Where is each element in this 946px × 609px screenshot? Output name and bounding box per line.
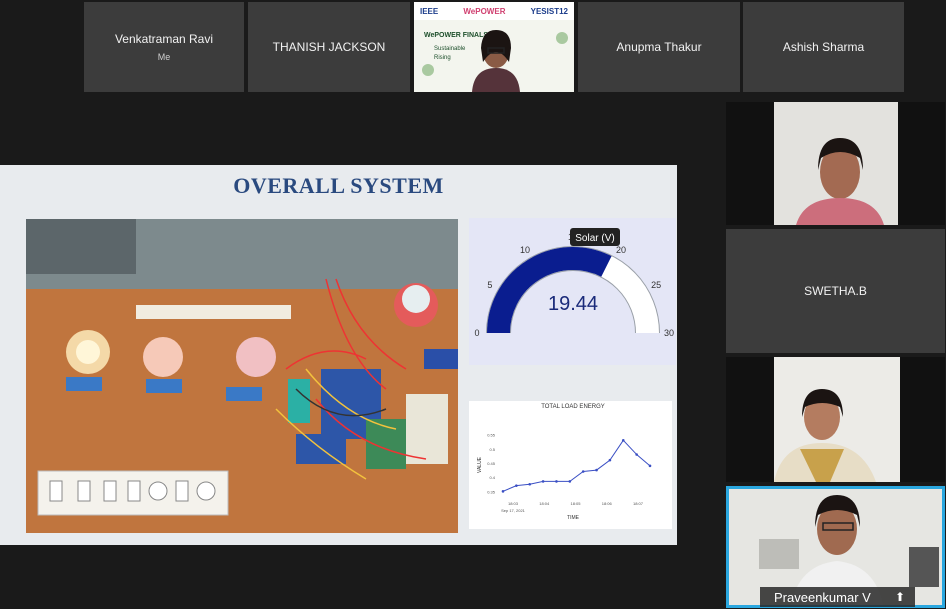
chart-point bbox=[568, 480, 572, 483]
participant-tile-venkatraman[interactable]: Venkatraman Ravi Me bbox=[84, 2, 244, 92]
share-screen-icon[interactable]: ⬆ bbox=[895, 590, 905, 604]
participant-tile-swetha[interactable]: SWETHA.B bbox=[726, 229, 945, 353]
chart-point bbox=[581, 470, 585, 473]
chart-x-tick: 18:07 bbox=[633, 501, 644, 506]
chart-point bbox=[635, 453, 638, 456]
participant-tile-anupma[interactable]: Anupma Thakur bbox=[578, 2, 740, 92]
participant-tile-thanish[interactable]: THANISH JACKSON bbox=[248, 2, 410, 92]
gauge-tick-label: 25 bbox=[651, 280, 661, 290]
chart-point bbox=[501, 490, 505, 493]
chart-point bbox=[541, 480, 545, 483]
gauge-tooltip-label: Solar (V) bbox=[575, 233, 614, 244]
solar-gauge-panel: 05101520253019.44Solar (V) bbox=[469, 218, 676, 365]
gauge-tick-label: 5 bbox=[487, 280, 492, 290]
chart-y-tick: 0.45 bbox=[487, 461, 496, 466]
gauge-tick-label: 30 bbox=[664, 328, 674, 338]
participant-video-3[interactable] bbox=[726, 357, 945, 482]
chart-x-label: TIME bbox=[567, 515, 580, 521]
gauge-tick-label: 10 bbox=[520, 245, 530, 255]
total-load-energy-chart: TOTAL LOAD ENERGY 0.35 0.4 0.45 0.5 0.55 18:03… bbox=[469, 401, 672, 529]
active-speaker-name-bar: Praveenkumar V ⬆ bbox=[760, 587, 915, 607]
participant-tile-ashish[interactable]: Ashish Sharma bbox=[743, 2, 904, 92]
chart-x-tick: 18:04 bbox=[539, 501, 550, 506]
presenter-person bbox=[422, 30, 568, 92]
chart-series-line bbox=[502, 439, 651, 492]
chart-point bbox=[608, 458, 612, 462]
chart-point bbox=[648, 464, 652, 468]
chart-x-tick: 18:05 bbox=[570, 501, 581, 506]
chart-x-tick: 18:03 bbox=[508, 501, 519, 506]
hardware-photo bbox=[26, 219, 458, 533]
gauge-value: 19.44 bbox=[548, 293, 598, 315]
chart-y-tick: 0.35 bbox=[487, 489, 496, 494]
participant-name: Ashish Sharma bbox=[782, 40, 865, 54]
participant-me-label: Me bbox=[157, 52, 171, 62]
chart-x-sublabel: Sep 17, 2021 bbox=[501, 508, 526, 513]
chart-y-label: VALUE bbox=[477, 456, 483, 473]
chart-y-tick: 0.55 bbox=[487, 433, 496, 438]
participant-video-1[interactable] bbox=[726, 102, 945, 225]
chart-title: TOTAL LOAD ENERGY bbox=[541, 404, 605, 410]
shared-screen-slide: OVERALL SYSTEM 0 5 10 20 25 30 19.44 Sol… bbox=[0, 165, 677, 545]
solar-gauge: 05101520253019.44Solar (V) bbox=[474, 228, 674, 338]
chart-point bbox=[528, 482, 532, 486]
chart-point bbox=[555, 480, 558, 483]
chart-point bbox=[595, 468, 598, 472]
active-speaker-name: Praveenkumar V bbox=[774, 589, 871, 605]
chart-y-tick: 0.4 bbox=[489, 475, 495, 480]
gauge-tick-label: 0 bbox=[474, 328, 479, 338]
chart-y-tick: 0.5 bbox=[489, 447, 495, 452]
hardware-photo-drawing bbox=[26, 219, 458, 533]
presenter-video-tile[interactable]: IEEE WePOWER YESIST12 WePOWER FINALS Sus… bbox=[414, 2, 574, 92]
participant-name: Venkatraman Ravi bbox=[114, 32, 214, 46]
participant-video-1-person bbox=[774, 102, 898, 225]
participant-name: THANISH JACKSON bbox=[272, 40, 386, 54]
participant-video-3-person bbox=[774, 357, 900, 482]
participant-name: SWETHA.B bbox=[804, 284, 867, 298]
participant-name: Anupma Thakur bbox=[616, 40, 702, 54]
total-load-energy-plot: TOTAL LOAD ENERGY 0.35 0.4 0.45 0.5 0.55 18:03… bbox=[477, 404, 652, 521]
gauge-tick-label: 20 bbox=[616, 245, 626, 255]
gauge-tooltip: Solar (V) bbox=[570, 228, 620, 246]
chart-x-tick: 18:06 bbox=[602, 501, 613, 506]
chart-point bbox=[515, 484, 518, 487]
chart-point bbox=[621, 439, 625, 442]
slide-title: OVERALL SYSTEM bbox=[233, 173, 444, 198]
